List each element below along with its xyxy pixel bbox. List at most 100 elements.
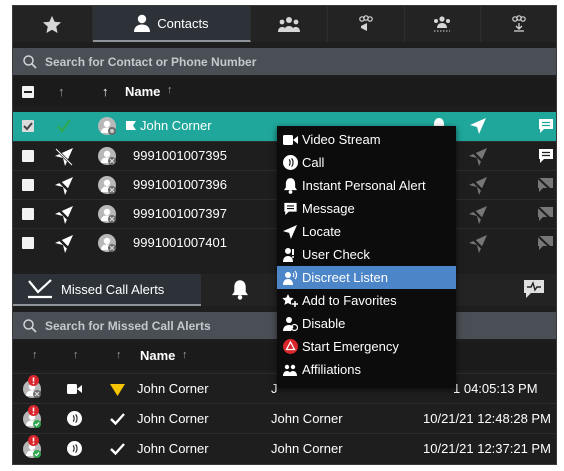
menu-item-instant-personal-alert[interactable]: Instant Personal Alert [277, 174, 456, 197]
dynamic-group-icon [434, 16, 451, 32]
contacts-search-bar[interactable]: Search for Contact or Phone Number [13, 48, 556, 75]
user-check-icon [283, 248, 294, 262]
menu-item-label: Start Emergency [302, 339, 399, 354]
row-checkbox[interactable] [22, 237, 34, 249]
avatar [98, 176, 116, 194]
menu-item-video-stream[interactable]: Video Stream [277, 128, 456, 151]
row-checkbox[interactable] [22, 150, 34, 162]
tab-download-groups[interactable] [481, 6, 556, 42]
check-icon [110, 443, 125, 455]
video-camera-icon [67, 384, 82, 394]
offline-arrow-icon [55, 148, 73, 166]
alert-user: John Corner [271, 441, 343, 456]
name-sort-arrow[interactable]: ↑ [167, 84, 173, 96]
sort-type-arrow[interactable]: ↑ [102, 84, 109, 99]
call-icon [282, 155, 298, 170]
menu-item-user-check[interactable]: User Check [277, 243, 456, 266]
row-checkbox[interactable] [22, 208, 34, 220]
favorite-star-icon [282, 294, 298, 307]
avatar [98, 234, 116, 252]
row-checkbox[interactable] [22, 179, 34, 191]
menu-item-call[interactable]: Call [277, 151, 456, 174]
alerts-search-input[interactable]: Search for Missed Call Alerts [45, 319, 211, 333]
menu-item-label: Call [302, 155, 325, 170]
message-disabled-icon[interactable] [537, 235, 555, 252]
contact-name: John Corner [140, 118, 212, 133]
menu-item-start-emergency[interactable]: Start Emergency [277, 335, 456, 358]
bell-icon [283, 177, 297, 194]
alert-name: John Corner [137, 441, 209, 456]
tab-groups[interactable] [251, 6, 328, 42]
call-icon [67, 411, 82, 426]
check-icon [110, 413, 125, 425]
sort-status-arrow[interactable]: ↑ [58, 84, 65, 99]
alert-badge-icon [28, 375, 39, 386]
menu-item-discreet-listen[interactable]: Discreet Listen [277, 266, 456, 289]
message-disabled-icon[interactable] [537, 206, 555, 223]
locate-disabled-icon[interactable] [469, 206, 487, 224]
message-icon [283, 202, 297, 215]
bell-icon [231, 280, 248, 300]
avatar [98, 205, 116, 223]
menu-item-locate[interactable]: Locate [277, 220, 456, 243]
menu-item-affiliations[interactable]: Affiliations [277, 358, 456, 381]
tab-contacts-label: Contacts [157, 15, 209, 31]
alert-time: 10/21/21 12:37:21 PM [423, 441, 551, 456]
broadcast-group-icon [358, 15, 373, 31]
tab-contacts[interactable]: Contacts [92, 6, 252, 42]
alert-time: 10/21/21 12:48:28 PM [423, 411, 551, 426]
alert-row[interactable]: John Corner John Corner 10/21/21 12:48:2… [13, 403, 556, 433]
menu-item-label: Video Stream [302, 132, 381, 147]
tab-dynamic-groups[interactable] [405, 6, 482, 42]
menu-item-add-to-favorites[interactable]: Add to Favorites [277, 289, 456, 312]
locate-arrow-icon[interactable] [470, 118, 486, 134]
alert-row[interactable]: John Corner John Corner 10/21/21 12:37:2… [13, 433, 556, 463]
sort-flag-arrow[interactable]: ↑ [116, 349, 122, 361]
locate-disabled-icon[interactable] [469, 177, 487, 195]
message-icon[interactable] [538, 148, 554, 164]
contact-name: 9991001007396 [133, 177, 227, 192]
message-icon[interactable] [538, 118, 554, 134]
menu-item-label: User Check [302, 247, 370, 262]
menu-item-label: Disable [302, 316, 346, 331]
offline-arrow-icon [55, 177, 73, 195]
name-column-header[interactable]: Name [140, 348, 175, 363]
online-check-icon [57, 119, 71, 133]
locate-disabled-icon[interactable] [469, 148, 487, 166]
tab-missed-call-alerts[interactable]: Missed Call Alerts [13, 274, 201, 306]
menu-item-label: Affiliations [302, 362, 362, 377]
emergency-icon [282, 339, 298, 354]
download-group-icon [512, 15, 526, 32]
alert-user: John Corner [271, 411, 343, 426]
select-all-checkbox[interactable] [22, 86, 34, 98]
locate-disabled-icon[interactable] [469, 235, 487, 253]
tab-favorites[interactable] [13, 6, 93, 42]
row-checkbox[interactable] [22, 120, 34, 132]
name-column-header[interactable]: Name [125, 84, 160, 99]
search-icon [23, 54, 37, 69]
menu-item-disable[interactable]: Disable [277, 312, 456, 335]
alert-name: John Corner [137, 411, 209, 426]
message-disabled-icon[interactable] [537, 177, 555, 194]
locate-arrow-icon [283, 224, 297, 239]
contacts-table-header: ↑ ↑ Name ↑ [13, 78, 556, 106]
sort-status-arrow[interactable]: ↑ [32, 349, 38, 361]
name-sort-arrow[interactable]: ↑ [182, 349, 188, 361]
contact-name: 9991001007395 [133, 148, 227, 163]
contacts-search-input[interactable]: Search for Contact or Phone Number [45, 55, 256, 69]
flag-icon [126, 121, 136, 130]
menu-item-label: Instant Personal Alert [302, 178, 426, 193]
avatar [98, 147, 116, 165]
menu-item-message[interactable]: Message [277, 197, 456, 220]
warning-triangle-icon [110, 384, 125, 396]
tab-broadcast-groups[interactable] [328, 6, 405, 42]
tab-missed-call-alerts-label: Missed Call Alerts [61, 281, 165, 297]
application-window: Contacts Search for Contact or Phone Num… [12, 5, 557, 465]
contact-context-menu: Video Stream Call Instant Personal Alert… [277, 126, 456, 388]
tab-emergency-alerts[interactable] [523, 279, 545, 299]
missed-call-icon [28, 279, 52, 299]
video-camera-icon [282, 134, 298, 145]
emergency-chat-icon [524, 280, 544, 298]
tab-personal-alerts[interactable] [201, 274, 278, 306]
sort-type-arrow[interactable]: ↑ [73, 349, 79, 361]
